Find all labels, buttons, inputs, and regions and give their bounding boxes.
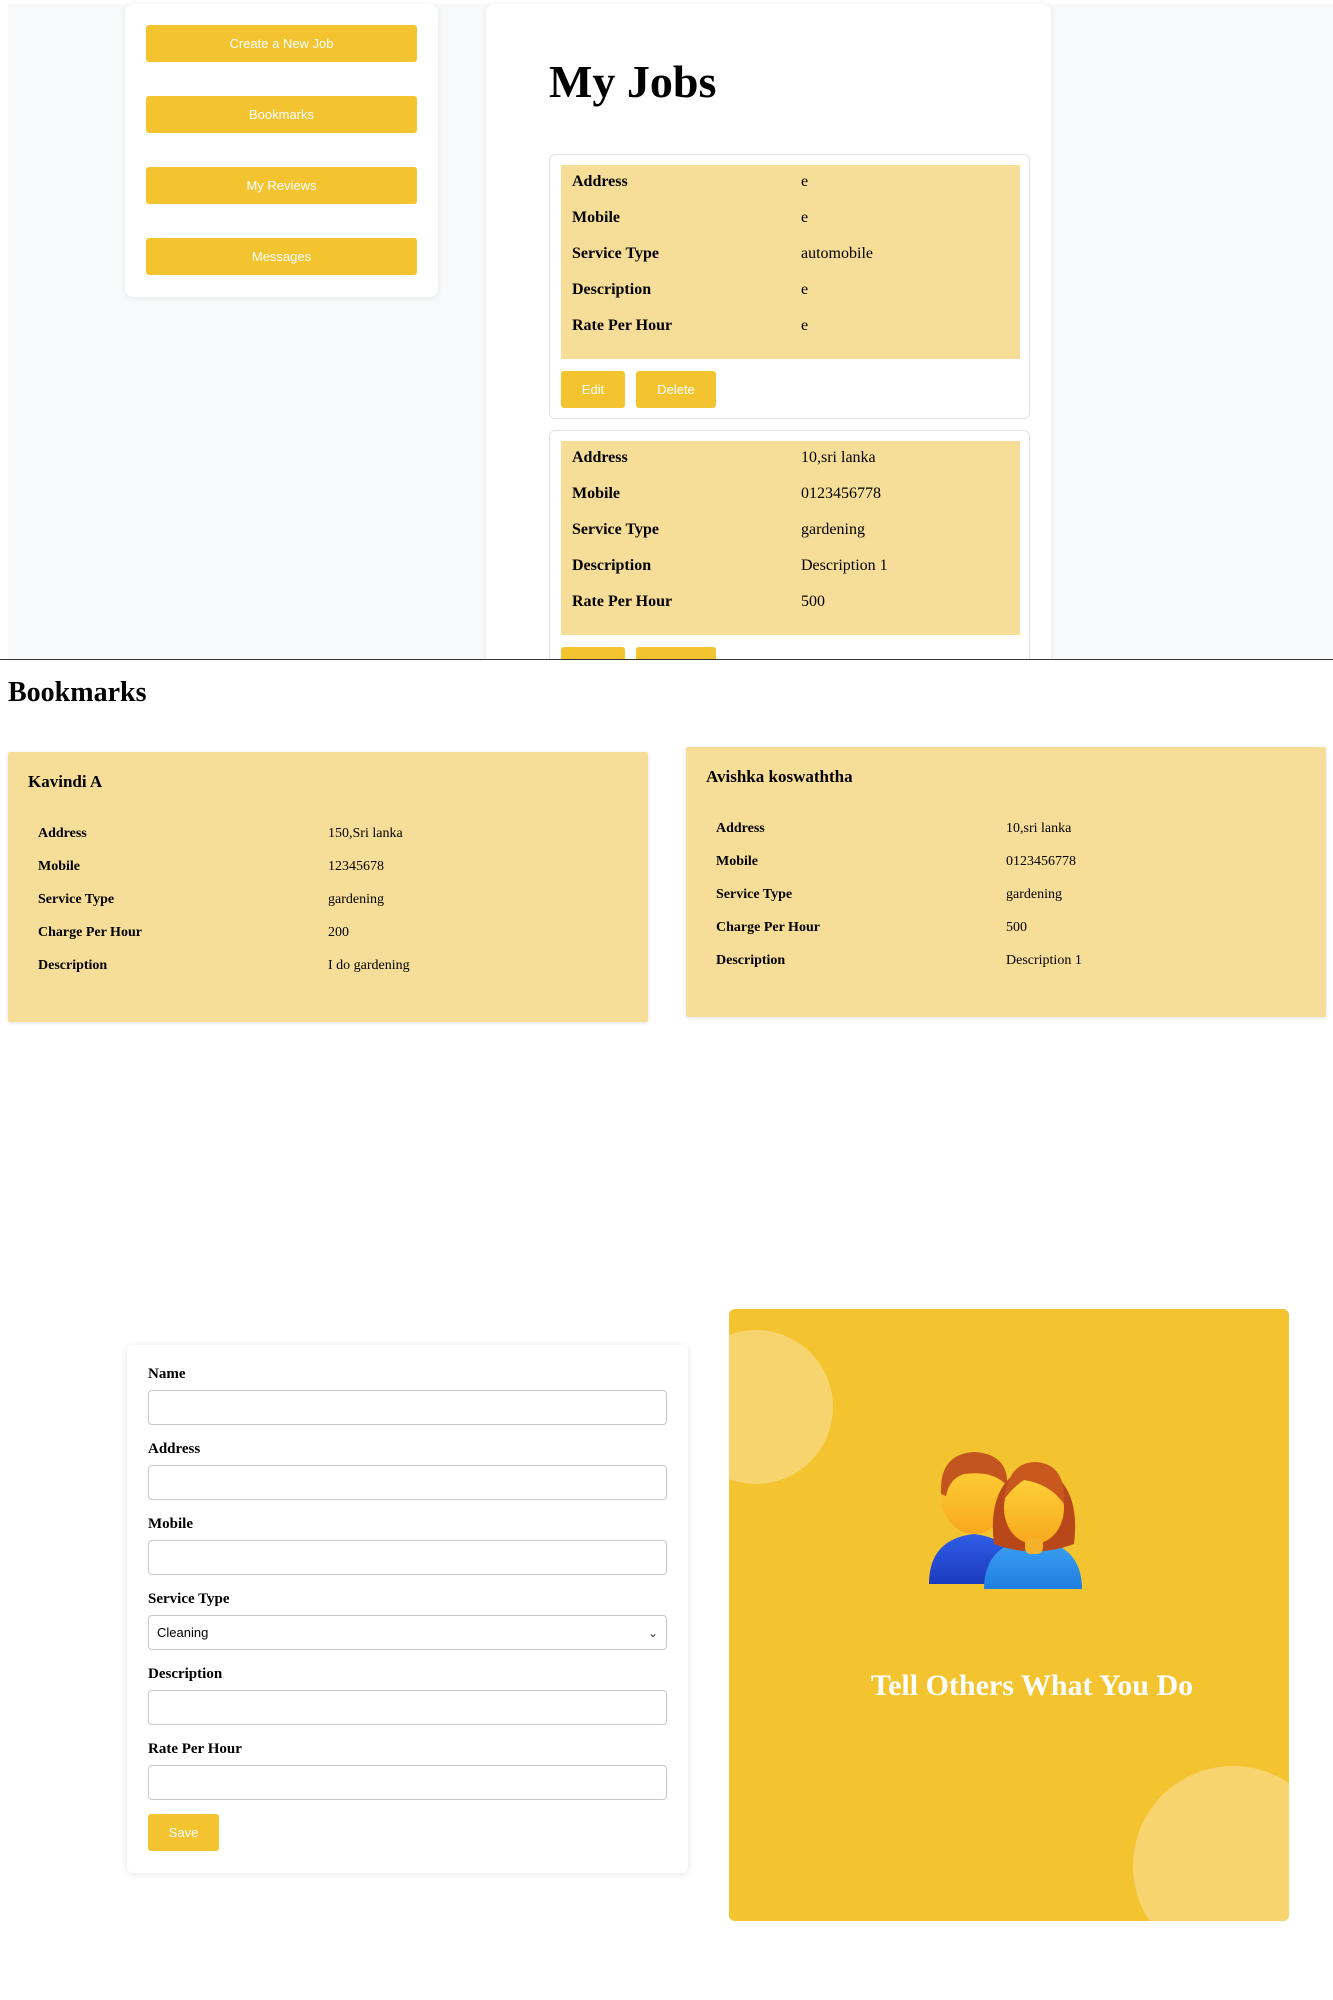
field-label: Charge Per Hour bbox=[38, 925, 142, 940]
dashboard-section: Create a New Job Bookmarks My Reviews Me… bbox=[0, 0, 1333, 660]
create-new-job-button[interactable]: Create a New Job bbox=[146, 25, 417, 62]
field-value: 500 bbox=[1006, 920, 1027, 935]
bookmark-name: Kavindi A bbox=[28, 772, 103, 791]
field-value: e bbox=[801, 173, 809, 190]
field-value: Description 1 bbox=[801, 557, 888, 574]
page-title: My Jobs bbox=[549, 56, 717, 107]
job-card: Address e Mobile e Service Type automobi… bbox=[549, 154, 1030, 419]
bookmark-card: Kavindi A Address 150,Sri lanka Mobile 1… bbox=[8, 752, 648, 1022]
field-value: gardening bbox=[1006, 887, 1062, 902]
field-label: Service Type bbox=[572, 245, 659, 262]
job-row-mobile: Mobile e bbox=[561, 201, 1020, 237]
field-value: e bbox=[801, 317, 809, 334]
decorative-circle bbox=[1133, 1766, 1289, 1921]
field-value: 10,sri lanka bbox=[801, 449, 876, 466]
description-label: Description bbox=[148, 1666, 223, 1682]
job-details-table: Address e Mobile e Service Type automobi… bbox=[561, 165, 1020, 359]
field-label: Address bbox=[572, 449, 628, 466]
edit-button[interactable] bbox=[561, 647, 625, 659]
job-row-service-type: Service Type gardening bbox=[561, 513, 1020, 549]
messages-button[interactable]: Messages bbox=[146, 238, 417, 275]
job-row-service-type: Service Type automobile bbox=[561, 237, 1020, 273]
my-jobs-panel: My Jobs Address e Mobile e Service Type … bbox=[486, 4, 1051, 659]
field-value: 500 bbox=[801, 593, 825, 610]
rate-field[interactable] bbox=[148, 1765, 667, 1800]
mobile-label: Mobile bbox=[148, 1516, 193, 1532]
address-label: Address bbox=[148, 1441, 201, 1457]
job-row-rate: Rate Per Hour 500 bbox=[561, 585, 1020, 621]
field-label: Address bbox=[38, 826, 87, 841]
field-label: Rate Per Hour bbox=[572, 317, 673, 334]
field-label: Mobile bbox=[572, 209, 620, 226]
job-row-description: Description e bbox=[561, 273, 1020, 309]
bookmark-card: Avishka koswaththa Address 10,sri lanka … bbox=[686, 747, 1326, 1017]
job-row-address: Address 10,sri lanka bbox=[561, 441, 1020, 477]
field-label: Description bbox=[716, 953, 786, 968]
field-value: 12345678 bbox=[328, 859, 384, 874]
service-type-value: Cleaning bbox=[157, 1625, 209, 1640]
job-card: Address 10,sri lanka Mobile 0123456778 S… bbox=[549, 430, 1030, 659]
field-label: Rate Per Hour bbox=[572, 593, 673, 610]
field-label: Service Type bbox=[572, 521, 659, 538]
field-label: Service Type bbox=[38, 892, 115, 907]
decorative-circle bbox=[729, 1330, 833, 1484]
field-value: gardening bbox=[328, 892, 384, 907]
name-label: Name bbox=[148, 1366, 186, 1382]
job-row-address: Address e bbox=[561, 165, 1020, 201]
address-field[interactable] bbox=[148, 1465, 667, 1500]
field-label: Address bbox=[716, 821, 765, 836]
save-button[interactable]: Save bbox=[148, 1814, 219, 1851]
promo-tagline: Tell Others What You Do bbox=[870, 1669, 1194, 1702]
edit-button[interactable]: Edit bbox=[561, 371, 625, 408]
delete-button[interactable]: Delete bbox=[636, 371, 716, 408]
field-label: Mobile bbox=[572, 485, 620, 502]
field-value: e bbox=[801, 281, 809, 298]
field-label: Description bbox=[572, 557, 652, 574]
sidebar-menu: Create a New Job Bookmarks My Reviews Me… bbox=[125, 4, 438, 297]
bookmarks-heading: Bookmarks bbox=[8, 677, 147, 708]
field-value: 0123456778 bbox=[801, 485, 881, 502]
rate-label: Rate Per Hour bbox=[148, 1741, 242, 1757]
job-details-table: Address 10,sri lanka Mobile 0123456778 S… bbox=[561, 441, 1020, 635]
field-value: 200 bbox=[328, 925, 349, 940]
field-label: Mobile bbox=[716, 854, 758, 869]
job-row-mobile: Mobile 0123456778 bbox=[561, 477, 1020, 513]
delete-button[interactable] bbox=[636, 647, 716, 659]
field-label: Service Type bbox=[716, 887, 793, 902]
bookmarks-button[interactable]: Bookmarks bbox=[146, 96, 417, 133]
field-value: gardening bbox=[801, 521, 865, 538]
my-reviews-button[interactable]: My Reviews bbox=[146, 167, 417, 204]
field-label: Mobile bbox=[38, 859, 80, 874]
service-type-select[interactable]: Cleaning ⌄ bbox=[148, 1615, 667, 1650]
field-value: I do gardening bbox=[328, 958, 410, 973]
field-label: Charge Per Hour bbox=[716, 920, 820, 935]
field-label: Address bbox=[572, 173, 628, 190]
bookmark-name: Avishka koswaththa bbox=[706, 767, 853, 786]
field-value: 0123456778 bbox=[1006, 854, 1076, 869]
field-value: automobile bbox=[801, 245, 873, 262]
chevron-down-icon: ⌄ bbox=[647, 1625, 658, 1640]
job-row-rate: Rate Per Hour e bbox=[561, 309, 1020, 345]
job-row-description: Description Description 1 bbox=[561, 549, 1020, 585]
promo-panel: Tell Others What You Do bbox=[729, 1309, 1289, 1921]
field-label: Description bbox=[38, 958, 108, 973]
job-form: Name Address Mobile Service Type Cleanin… bbox=[127, 1345, 688, 1873]
field-value: 10,sri lanka bbox=[1006, 821, 1072, 836]
field-value: Description 1 bbox=[1006, 953, 1082, 968]
service-type-label: Service Type bbox=[148, 1591, 230, 1607]
people-icon bbox=[929, 1452, 1082, 1589]
mobile-field[interactable] bbox=[148, 1540, 667, 1575]
field-value: 150,Sri lanka bbox=[328, 826, 403, 841]
field-label: Description bbox=[572, 281, 652, 298]
description-field[interactable] bbox=[148, 1690, 667, 1725]
name-field[interactable] bbox=[148, 1390, 667, 1425]
field-value: e bbox=[801, 209, 809, 226]
